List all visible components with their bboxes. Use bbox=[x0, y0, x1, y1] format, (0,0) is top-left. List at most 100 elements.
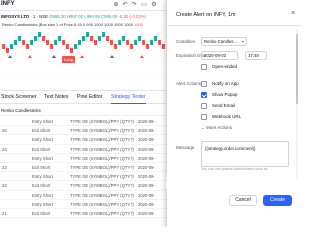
table-row[interactable]: Entry Short TYPE OE (SYMBOL)/PPY (QTY?) 20… bbox=[0, 172, 166, 182]
more-actions-toggle[interactable]: ⌄ More Actions bbox=[201, 125, 232, 131]
trade-date: 2020-09- bbox=[138, 164, 155, 170]
tab-text-notes[interactable]: Text Notes bbox=[44, 91, 69, 104]
strategy-name: Renko Candlesticks bbox=[0, 106, 166, 116]
symbol-search[interactable]: INFY bbox=[1, 1, 15, 7]
condition-value: Renko Candles... bbox=[204, 39, 237, 44]
table-row[interactable]: 24 Exit Short TYPE OE (SYMBOL)/PPY (QTY?) 2… bbox=[0, 145, 166, 154]
trade-signal: TYPE OE (SYMBOL)/PPY (QTY?) bbox=[70, 192, 134, 198]
expiration-date-value: 2020-09-03 bbox=[204, 53, 226, 58]
table-row[interactable]: Entry Short TYPE OE (SYMBOL)/PPY (QTY?) 20… bbox=[0, 191, 166, 200]
table-row[interactable]: 21 Exit Short TYPE OE (SYMBOL)/PPY (QTY?) 2… bbox=[0, 209, 166, 219]
expiration-date-input[interactable]: 2020-09-03 bbox=[201, 51, 238, 60]
trade-type: Entry Short bbox=[32, 155, 53, 161]
top-toolbar: INFY ⊕ ↶ ↷ ▭ ⚙ bbox=[0, 0, 166, 11]
trade-signal: TYPE OE (SYMBOL)/PPY (QTY?) bbox=[70, 155, 134, 161]
symbol-name: INFOSYS LTD bbox=[1, 14, 30, 19]
webhook-url-label: Webhook URL bbox=[212, 114, 242, 119]
table-row[interactable]: Entry Short TYPE OE (SYMBOL)/PPY (QTY?) 20… bbox=[0, 135, 166, 145]
trade-type: Entry Short bbox=[32, 119, 53, 124]
open-ended-label: Open-ended bbox=[212, 64, 238, 69]
table-row[interactable]: Entry Short TYPE OE (SYMBOL)/PPY (QTY?) 20… bbox=[0, 117, 166, 127]
more-actions-label: More Actions bbox=[206, 125, 233, 130]
trade-signal: TYPE OE (SYMBOL)/PPY (QTY?) bbox=[70, 201, 134, 207]
trades-table: Entry Short TYPE OE (SYMBOL)/PPY (QTY?) 20… bbox=[0, 117, 166, 219]
table-row[interactable]: 25 Exit Short TYPE OE (SYMBOL)/PPY (QTY?) 2… bbox=[0, 126, 166, 136]
webhook-url-checkbox[interactable] bbox=[201, 114, 207, 120]
trade-type: Exit Short bbox=[32, 210, 51, 216]
trade-date: 2020-09- bbox=[138, 201, 155, 207]
tab-strategy-tester[interactable]: Strategy Tester bbox=[111, 91, 146, 104]
study-legend: Renko Candlesticks (Box size 1 of Price … bbox=[0, 21, 166, 28]
condition-select[interactable]: Renko Candles... ▾ bbox=[201, 37, 247, 46]
show-popup-label: Show Popup bbox=[212, 92, 238, 97]
trade-number: 25 bbox=[2, 128, 7, 134]
open-ended-checkbox[interactable] bbox=[201, 64, 207, 70]
condition-label: Condition bbox=[176, 39, 196, 44]
trade-date: 2020-09- bbox=[138, 146, 155, 152]
table-row[interactable]: 23 Exit Short TYPE OE (SYMBOL)/PPY (QTY?) 2… bbox=[0, 163, 166, 173]
trade-date: 2020-09- bbox=[138, 137, 155, 143]
trade-signal: TYPE OE (SYMBOL)/PPY (QTY?) bbox=[70, 210, 134, 216]
alert-actions-label: Alert Actions bbox=[176, 81, 202, 86]
trade-signal: TYPE OE (SYMBOL)/PPY (QTY?) bbox=[70, 119, 134, 124]
trade-signal: TYPE OE (SYMBOL)/PPY (QTY?) bbox=[70, 164, 134, 170]
notify-on-app-checkbox[interactable] bbox=[201, 81, 207, 87]
ohlc-values: O995.30 H997.00 L994.95 C995.00 bbox=[49, 14, 118, 19]
compare-icon[interactable]: ⊕ bbox=[112, 1, 120, 9]
table-row[interactable]: Entry Short TYPE OE (SYMBOL)/PPY (QTY?) 20… bbox=[0, 200, 166, 209]
trade-date: 2020-09- bbox=[138, 174, 155, 180]
send-email-label: Send Email bbox=[212, 103, 236, 108]
interval-label: 1 bbox=[32, 14, 36, 19]
trade-number: 24 bbox=[2, 146, 7, 152]
symbol-info-bar: INFOSYS LTD · 1 · NSE O995.30 H997.00 L9… bbox=[1, 14, 146, 19]
price-chart[interactable] bbox=[0, 28, 166, 88]
order-label: Long bbox=[62, 56, 75, 63]
expiration-time-input[interactable]: 17:48 bbox=[245, 51, 267, 60]
trade-signal: TYPE OE (SYMBOL)/PPY (QTY?) bbox=[70, 146, 134, 152]
send-email-checkbox[interactable] bbox=[201, 103, 207, 109]
trade-date: 2020-09- bbox=[138, 210, 155, 216]
settings-icon[interactable]: ⚙ bbox=[150, 1, 158, 9]
trade-type: Exit Short bbox=[32, 146, 51, 152]
message-value: {{strategy.order.comment}} bbox=[205, 146, 256, 151]
trade-signal: TYPE OE (SYMBOL)/PPY (QTY?) bbox=[70, 128, 134, 134]
trade-type: Exit Short bbox=[32, 164, 51, 170]
notify-on-app-label: Notify on App bbox=[212, 81, 239, 86]
bottom-panel-tabs: Stock Screener Text Notes Pine Editor St… bbox=[0, 90, 166, 104]
trade-type: Exit Short bbox=[32, 183, 51, 189]
chevron-down-icon: ▾ bbox=[241, 39, 244, 44]
expiration-time-value: 17:48 bbox=[248, 53, 259, 58]
tab-stock-screener[interactable]: Stock Screener bbox=[1, 91, 36, 104]
redo-icon[interactable]: ↷ bbox=[130, 1, 138, 9]
trade-type: Entry Short bbox=[32, 201, 53, 207]
trade-signal: TYPE OE (SYMBOL)/PPY (QTY?) bbox=[70, 174, 134, 180]
scroll-fade bbox=[166, 170, 300, 188]
trade-signal: TYPE OE (SYMBOL)/PPY (QTY?) bbox=[70, 183, 134, 189]
trade-date: 2020-09- bbox=[138, 155, 155, 161]
trade-type: Entry Short bbox=[32, 174, 53, 180]
cancel-button[interactable]: Cancel bbox=[229, 195, 257, 206]
create-button[interactable]: Create bbox=[263, 195, 292, 206]
study-legend-value: 1000 bbox=[134, 22, 144, 27]
trade-number: 21 bbox=[2, 210, 7, 216]
dialog-title: Create Alert on INFY, 1m bbox=[176, 12, 236, 18]
trade-date: 2020-09- bbox=[138, 192, 155, 198]
price-change: -0.30 bbox=[118, 14, 129, 19]
trade-number: 22 bbox=[2, 183, 7, 189]
table-row[interactable]: Entry Short TYPE OE (SYMBOL)/PPY (QTY?) 20… bbox=[0, 154, 166, 163]
app-root: INFY ⊕ ↶ ↷ ▭ ⚙ INFOSYS LTD · 1 · NSE O99… bbox=[0, 0, 300, 227]
layout-icon[interactable]: ▭ bbox=[140, 1, 148, 9]
undo-icon[interactable]: ↶ bbox=[121, 1, 129, 9]
trade-type: Exit Short bbox=[32, 128, 51, 134]
dialog-scrollbar-thumb[interactable] bbox=[296, 34, 298, 104]
table-row[interactable]: 22 Exit Short TYPE OE (SYMBOL)/PPY (QTY?) 2… bbox=[0, 181, 166, 191]
trade-signal: TYPE OE (SYMBOL)/PPY (QTY?) bbox=[70, 137, 134, 143]
dialog-divider bbox=[166, 25, 300, 26]
close-icon[interactable]: × bbox=[291, 10, 295, 17]
exchange-label: NSE bbox=[39, 14, 48, 19]
message-textarea[interactable]: {{strategy.order.comment}} bbox=[201, 141, 289, 167]
study-legend-text: Renko Candlesticks (Box size 1 of Price … bbox=[2, 22, 133, 27]
message-label: Message bbox=[176, 145, 195, 150]
tab-pine-editor[interactable]: Pine Editor bbox=[77, 91, 102, 104]
show-popup-checkbox[interactable] bbox=[201, 92, 207, 98]
